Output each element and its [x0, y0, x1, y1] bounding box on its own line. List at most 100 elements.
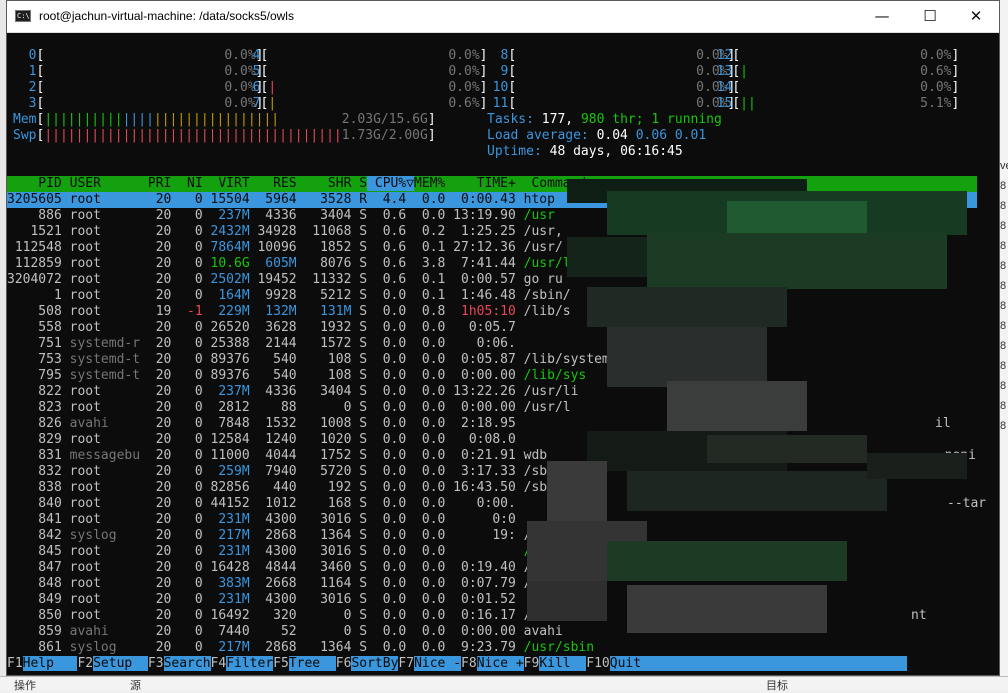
process-row[interactable]: 850 root 20 0 16492 320 0 S 0.0 0.0 0:16…	[7, 608, 562, 624]
process-row[interactable]: 832 root 20 0 259M 7940 5720 S 0.0 0.0 3…	[7, 464, 570, 480]
process-row[interactable]: 847 root 20 0 16428 4844 3460 S 0.0 0.0 …	[7, 560, 547, 576]
title-bar[interactable]: C:\ root@jachun-virtual-machine: /data/s…	[7, 1, 999, 33]
cpu-cell: 0.0	[367, 608, 407, 623]
column-header-pri[interactable]: PRI	[148, 176, 171, 191]
process-row[interactable]: 831 messagebu 20 0 11000 4044 1752 S 0.0…	[7, 448, 547, 464]
process-row[interactable]: 841 root 20 0 231M 4300 3016 S 0.0 0.0 0…	[7, 512, 524, 528]
column-header-pid[interactable]: PID	[7, 176, 62, 191]
command-cell: /usr,	[515, 224, 563, 239]
process-row[interactable]: 822 root 20 0 237M 4336 3404 S 0.0 0.0 1…	[7, 384, 578, 400]
pid-cell: 847	[7, 560, 62, 575]
process-row[interactable]: 1 root 20 0 164M 9928 5212 S 0.0 0.1 1:4…	[7, 288, 571, 304]
process-row[interactable]: 849 root 20 0 231M 4300 3016 S 0.0 0.0 0…	[7, 592, 524, 608]
function-label-help[interactable]: Help	[22, 656, 78, 671]
function-key-f5[interactable]: F5	[273, 656, 289, 671]
cpu-percent: 0.6%	[904, 64, 952, 79]
cpu-id: 6	[237, 80, 261, 95]
process-table-header[interactable]: PID USER PRI NI VIRT RES SHR S CPU%▽MEM%…	[7, 176, 977, 192]
res-cell: 7940	[249, 464, 297, 479]
process-row[interactable]: 842 syslog 20 0 217M 2868 1364 S 0.0 0.0…	[7, 528, 570, 544]
command-tail-text: --tar	[947, 496, 987, 511]
function-key-f9[interactable]: F9	[523, 656, 540, 671]
process-row[interactable]: 3204072 root 20 0 2502M 19452 11332 S 0.…	[7, 272, 563, 288]
column-header-mem[interactable]: MEM%	[414, 176, 445, 191]
function-label-setup[interactable]: Setup	[93, 656, 148, 671]
meter-bracket: ]	[427, 128, 436, 143]
function-key-f2[interactable]: F2	[77, 656, 94, 671]
command-tail-text: il	[935, 416, 951, 431]
column-header-shr[interactable]: SHR	[297, 176, 352, 191]
process-row[interactable]: 508 root 19 -1 229M 132M 131M S 0.0 0.8 …	[7, 304, 570, 320]
cpu-cell: 0.0	[367, 576, 407, 591]
function-label-filter[interactable]: Filter	[226, 656, 274, 671]
command-cell: htop	[515, 192, 555, 207]
shr-cell: 8076	[296, 256, 352, 271]
bg-bottom-mid-label: 源	[130, 680, 141, 692]
command-cell	[516, 592, 524, 607]
cpu-meter-11: 11[ 0.0%]	[477, 96, 736, 112]
process-row[interactable]: 823 root 20 0 2812 88 0 S 0.0 0.0 0:00.0…	[7, 400, 570, 416]
process-row[interactable]: 112548 root 20 0 7864M 10096 1852 S 0.6 …	[7, 240, 563, 256]
column-header-res[interactable]: RES	[250, 176, 297, 191]
pri-cell: 20	[147, 448, 172, 463]
function-key-f4[interactable]: F4	[210, 656, 227, 671]
process-row[interactable]: 845 root 20 0 231M 4300 3016 S 0.0 0.0 /…	[7, 544, 562, 560]
process-row[interactable]: 753 systemd-t 20 0 89376 540 108 S 0.0 0…	[7, 352, 625, 368]
load-average: Load average: 0.04 0.06 0.01	[487, 128, 706, 144]
close-button[interactable]: ✕	[953, 1, 999, 32]
column-header-cpu[interactable]: CPU%▽	[367, 176, 415, 191]
column-header-ni[interactable]: NI	[171, 176, 203, 191]
process-row[interactable]: 1521 root 20 0 2432M 34928 11068 S 0.6 0…	[7, 224, 563, 240]
column-header-user[interactable]: USER	[62, 176, 148, 191]
function-label-nice[interactable]: Nice +	[476, 656, 524, 671]
function-label-sortby[interactable]: SortBy	[351, 656, 399, 671]
time-cell: 0:01.52	[445, 592, 516, 607]
redacted-blur-block	[607, 327, 767, 387]
process-row[interactable]: 859 avahi 20 0 7440 52 0 S 0.0 0.0 0:00.…	[7, 624, 562, 640]
process-row[interactable]: 826 avahi 20 0 7848 1532 1008 S 0.0 0.0 …	[7, 416, 524, 432]
process-row[interactable]: 848 root 20 0 383M 2668 1164 S 0.0 0.0 0…	[7, 576, 531, 592]
function-key-f10[interactable]: F10	[586, 656, 610, 671]
process-row[interactable]: 751 systemd-r 20 0 25388 2144 1572 S 0.0…	[7, 336, 524, 352]
cpu-id: 4	[237, 48, 261, 63]
column-header-time[interactable]: TIME+	[445, 176, 516, 191]
function-key-f1[interactable]: F1	[7, 656, 23, 671]
function-key-f6[interactable]: F6	[335, 656, 352, 671]
function-key-f8[interactable]: F8	[461, 656, 477, 671]
process-row[interactable]: 886 root 20 0 237M 4336 3404 S 0.6 0.0 1…	[7, 208, 555, 224]
process-row[interactable]: 838 root 20 0 82856 440 192 S 0.0 0.0 16…	[7, 480, 547, 496]
cpu-cell: 0.0	[367, 304, 407, 319]
user-cell: syslog	[61, 640, 148, 655]
redacted-blur-block	[607, 541, 847, 581]
function-key-f3[interactable]: F3	[147, 656, 164, 671]
window-title: root@jachun-virtual-machine: /data/socks…	[39, 9, 294, 23]
function-label-quit[interactable]: Quit	[609, 656, 908, 671]
function-key-f7[interactable]: F7	[398, 656, 415, 671]
mem-cell: 3.8	[406, 256, 446, 271]
process-row[interactable]: 829 root 20 0 12584 1240 1020 S 0.0 0.0 …	[7, 432, 524, 448]
process-row[interactable]: 861 syslog 20 0 217M 2868 1364 S 0.0 0.0…	[7, 640, 594, 656]
process-row[interactable]: 795 systemd-t 20 0 89376 540 108 S 0.0 0…	[7, 368, 586, 384]
column-header-s[interactable]: S	[351, 176, 367, 191]
htop-terminal[interactable]: 0[ 0.0%] 4[ 0.0%] 8[ 0.0%] 12[ 0.0%] 1[ …	[7, 32, 997, 675]
pri-cell: 19	[147, 304, 172, 319]
minimize-button[interactable]: —	[859, 1, 905, 32]
function-label-nice[interactable]: Nice -	[414, 656, 462, 671]
uptime-value: 48 days, 06:16:45	[549, 144, 683, 159]
command-tail: il	[935, 416, 951, 432]
column-header-virt[interactable]: VIRT	[203, 176, 249, 191]
process-row[interactable]: 840 root 20 0 44152 1012 168 S 0.0 0.0 0…	[7, 496, 524, 512]
shr-cell: 3404	[296, 208, 352, 223]
function-label-search[interactable]: Search	[163, 656, 211, 671]
function-label-kill[interactable]: Kill	[539, 656, 587, 671]
pid-cell: 112548	[7, 240, 62, 255]
function-label-tree[interactable]: Tree	[288, 656, 336, 671]
terminal-window[interactable]: C:\ root@jachun-virtual-machine: /data/s…	[6, 0, 1000, 676]
pid-cell: 3204072	[7, 272, 62, 287]
process-row[interactable]: 558 root 20 0 26520 3628 1932 S 0.0 0.0 …	[7, 320, 524, 336]
maximize-button[interactable]: ☐	[907, 1, 953, 32]
cpu-usage-bar: ||	[740, 96, 756, 111]
process-row[interactable]: 112859 root 20 0 10.6G 605M 8076 S 0.6 3…	[7, 256, 571, 272]
virt-cell: 259M	[202, 464, 250, 479]
ni-cell: 0	[171, 528, 203, 543]
